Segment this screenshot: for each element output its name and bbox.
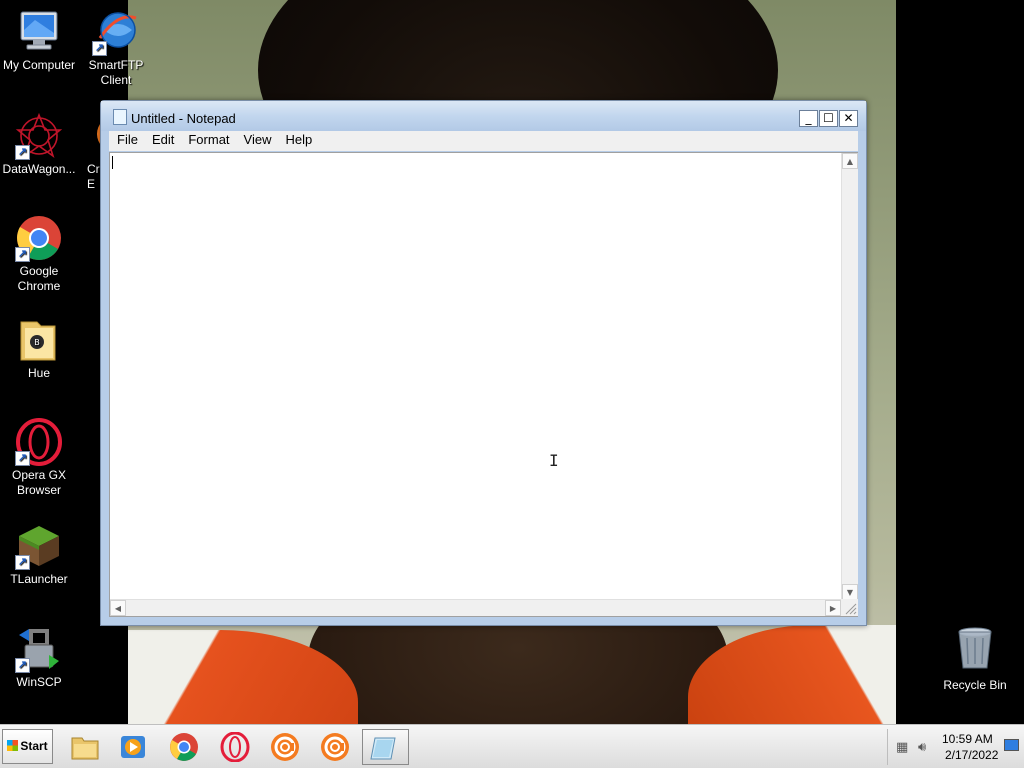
- text-cursor-icon: I: [549, 451, 559, 470]
- menu-format[interactable]: Format: [182, 131, 235, 149]
- winscp-icon: ↗: [15, 625, 63, 673]
- title-bar[interactable]: Untitled - Notepad _ ☐ ✕: [101, 101, 866, 131]
- shortcut-arrow-icon: ↗: [15, 145, 30, 160]
- media-player-icon: [121, 736, 145, 758]
- chrome-icon: ↗: [15, 214, 63, 262]
- window-title: Untitled - Notepad: [131, 111, 236, 126]
- show-desktop-icon[interactable]: [1004, 739, 1019, 751]
- taskbar-opera[interactable]: [214, 729, 258, 765]
- svg-text:B: B: [34, 338, 40, 347]
- start-button[interactable]: Start: [2, 729, 53, 764]
- desktop-icon-label: SmartFTP Client: [88, 58, 144, 87]
- taskbar-media-player[interactable]: [112, 729, 156, 765]
- taskbar-notepad[interactable]: [362, 729, 409, 765]
- desktop-icon-label: DataWagon...: [2, 162, 76, 176]
- chrome-icon: [170, 733, 198, 761]
- desktop-icon-google-chrome[interactable]: ↗ Google Chrome: [0, 214, 78, 294]
- shortcut-arrow-icon: ↗: [15, 658, 30, 673]
- vertical-scrollbar[interactable]: ▲ ▼: [841, 153, 858, 600]
- scroll-down-arrow-icon[interactable]: ▼: [842, 584, 858, 600]
- text-editor-area[interactable]: [109, 152, 858, 617]
- network-icon[interactable]: ▦: [896, 740, 908, 755]
- opera-icon: [220, 732, 250, 762]
- desktop-icon-recycle-bin[interactable]: Recycle Bin: [936, 624, 1014, 692]
- folder-icon: B: [15, 316, 63, 364]
- volume-icon[interactable]: 🔊︎: [918, 740, 926, 755]
- shortcut-arrow-icon: ↗: [92, 41, 107, 56]
- shortcut-arrow-icon: ↗: [15, 555, 30, 570]
- desktop-icon-label: My Computer: [2, 58, 76, 72]
- desktop-icon-opera-gx[interactable]: ↗ Opera GX Browser: [0, 418, 78, 498]
- desktop-icon-label: WinSCP: [16, 675, 62, 689]
- text-caret: [112, 156, 113, 169]
- desktop-icon-my-computer[interactable]: My Computer: [0, 8, 78, 73]
- ccleaner-icon: [271, 733, 299, 761]
- menu-bar: File Edit Format View Help: [109, 131, 858, 151]
- smartftp-icon: ↗: [92, 8, 140, 56]
- notepad-icon: [113, 109, 127, 125]
- system-tray: ▦ 🔊︎ 10:59 AM 2/17/2022: [887, 729, 1024, 765]
- shortcut-arrow-icon: ↗: [15, 451, 30, 466]
- horizontal-scrollbar[interactable]: ◀ ▶: [110, 599, 841, 616]
- recycle-bin-icon: [951, 624, 999, 672]
- opera-gx-icon: ↗: [15, 418, 63, 466]
- clock-time[interactable]: 10:59 AM: [942, 732, 993, 746]
- desktop-icon-label: TLauncher: [10, 572, 68, 586]
- folder-icon: [71, 737, 99, 760]
- menu-edit[interactable]: Edit: [146, 131, 180, 149]
- notepad-window[interactable]: Untitled - Notepad _ ☐ ✕ File Edit Format V…: [100, 100, 867, 626]
- close-button[interactable]: ✕: [839, 110, 858, 127]
- maximize-button[interactable]: ☐: [819, 110, 838, 127]
- desktop-icon-label: Opera GX Browser: [11, 468, 67, 497]
- scroll-left-arrow-icon[interactable]: ◀: [110, 600, 126, 616]
- taskbar-chrome[interactable]: [163, 729, 207, 765]
- desktop-icon-smartftp[interactable]: ↗ SmartFTP Client: [77, 8, 155, 88]
- ccleaner-icon: [321, 733, 349, 761]
- taskbar: Start ▦ 🔊︎ 10:59 AM 2/17/2022: [0, 724, 1024, 768]
- desktop-icon-label: Recycle Bin: [943, 678, 1007, 692]
- taskbar-ccleaner-2[interactable]: [314, 729, 358, 765]
- menu-help[interactable]: Help: [279, 131, 318, 149]
- menu-view[interactable]: View: [238, 131, 278, 149]
- desktop-icon-label: Hue: [27, 366, 50, 380]
- scroll-up-arrow-icon[interactable]: ▲: [842, 153, 858, 169]
- desktop-icon-tlauncher[interactable]: ↗ TLauncher: [0, 522, 78, 587]
- desktop-icon-label: Google Chrome: [17, 264, 61, 293]
- windows-logo-icon: [7, 740, 19, 751]
- start-label: Start: [20, 739, 48, 753]
- menu-file[interactable]: File: [111, 131, 144, 149]
- taskbar-file-explorer[interactable]: [64, 729, 108, 765]
- notepad-icon: [370, 737, 396, 760]
- scroll-right-arrow-icon[interactable]: ▶: [825, 600, 841, 616]
- desktop-icon-winscp[interactable]: ↗ WinSCP: [0, 625, 78, 690]
- minecraft-icon: ↗: [15, 522, 63, 570]
- desktop-icon-datawagon[interactable]: ↗ DataWagon...: [0, 112, 78, 177]
- taskbar-ccleaner-1[interactable]: [264, 729, 308, 765]
- desktop-icon-hue-folder[interactable]: B Hue: [0, 316, 78, 381]
- minimize-button[interactable]: _: [799, 110, 818, 127]
- shortcut-arrow-icon: ↗: [15, 247, 30, 262]
- resize-grip-icon[interactable]: [841, 599, 858, 616]
- datawagon-icon: ↗: [15, 112, 63, 160]
- clock-date[interactable]: 2/17/2022: [945, 748, 998, 762]
- computer-icon: [15, 8, 63, 56]
